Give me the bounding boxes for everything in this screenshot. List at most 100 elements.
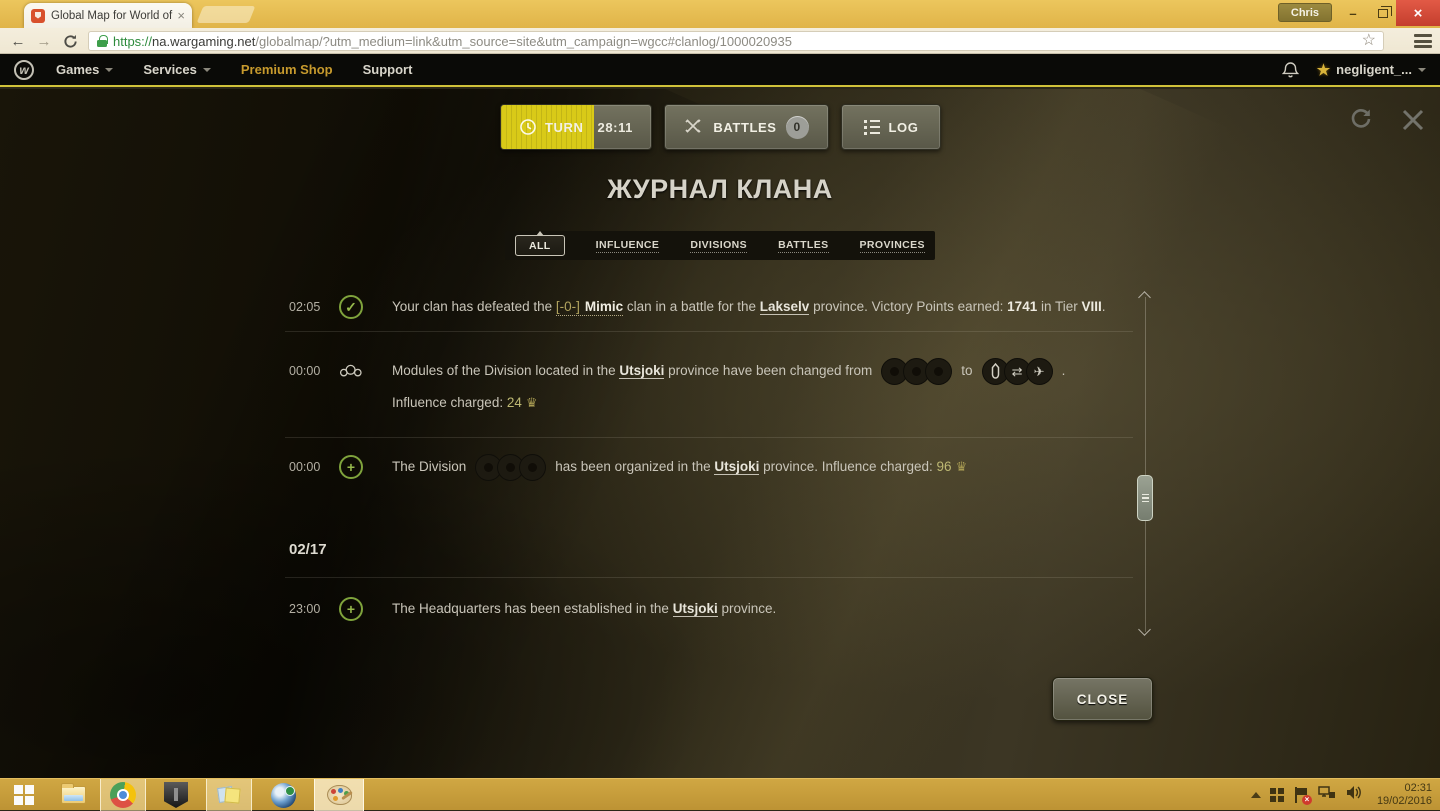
turn-button[interactable]: TURN 28:11: [500, 104, 652, 150]
file-explorer-button[interactable]: [52, 779, 94, 811]
turn-label: TURN: [545, 120, 584, 135]
site-header: w Games Services Premium Shop Support ★ …: [0, 54, 1440, 87]
log-text-segment: province.: [718, 601, 777, 616]
site-nav: Games Services Premium Shop Support: [56, 62, 412, 77]
daemon-tools-icon: [271, 783, 296, 808]
address-bar[interactable]: https://na.wargaming.net/globalmap/?utm_…: [88, 31, 1384, 51]
ssl-lock-icon[interactable]: [97, 35, 107, 47]
entry-text: Your clan has defeated the [-0-]Mimic cl…: [392, 291, 1112, 323]
url-path: /globalmap/?utm_medium=link&utm_source=s…: [255, 34, 792, 49]
clan-name: Mimic: [585, 299, 623, 314]
tab-title: Global Map for World of T: [51, 10, 173, 22]
clan-emblem-icon: ★: [1317, 61, 1330, 79]
scrollbar-thumb[interactable]: [1137, 475, 1153, 521]
close-button[interactable]: CLOSE: [1052, 677, 1153, 721]
window-restore-button[interactable]: [1370, 0, 1396, 26]
tab-all[interactable]: ALL: [515, 235, 565, 256]
scroll-up-icon[interactable]: [1138, 291, 1151, 304]
browser-tab[interactable]: Global Map for World of T ×: [24, 3, 192, 28]
module-slots-before: [881, 355, 952, 387]
show-hidden-icons-button[interactable]: [1251, 792, 1261, 798]
turn-button-content: TURN 28:11: [519, 118, 633, 136]
tab-divisions[interactable]: DIVISIONS: [690, 239, 747, 253]
browser-menu-icon[interactable]: [1414, 34, 1432, 48]
refresh-log-button[interactable]: [1347, 105, 1375, 133]
province-link[interactable]: Utsjoki: [714, 459, 759, 475]
province-link[interactable]: Lakselv: [760, 299, 810, 315]
user-menu[interactable]: ★ negligent_...: [1317, 61, 1426, 79]
tab-battles[interactable]: BATTLES: [778, 239, 828, 253]
nav-support[interactable]: Support: [363, 62, 413, 77]
tab-close-icon[interactable]: ×: [177, 9, 185, 22]
window-minimize-button[interactable]: –: [1340, 0, 1366, 26]
system-tray: × 02:31 19/02/2016: [1251, 779, 1440, 811]
log-text-segment: Your clan has defeated the: [392, 299, 556, 314]
victory-points-value: 1741: [1007, 299, 1037, 314]
battles-button[interactable]: BATTLES 0: [664, 104, 829, 150]
log-text-segment: clan in a battle for the: [623, 299, 760, 314]
plus-circle-icon: +: [339, 597, 363, 621]
nav-services[interactable]: Services: [143, 62, 211, 77]
paint-button[interactable]: [314, 779, 364, 811]
log-filter-tabs: ALL INFLUENCE DIVISIONS BATTLES PROVINCE…: [505, 231, 935, 260]
entry-time: 02:05: [289, 291, 320, 323]
module-slots-after: ⇄✈: [982, 355, 1053, 387]
scroll-down-icon[interactable]: [1138, 623, 1151, 636]
back-button[interactable]: ←: [8, 31, 28, 51]
wot-favicon: [31, 9, 45, 23]
url-scheme: https://: [113, 34, 152, 49]
module-slots: [475, 451, 546, 483]
entry-time: 00:00: [289, 451, 320, 483]
province-link[interactable]: Utsjoki: [673, 601, 718, 617]
chrome-taskbar-button[interactable]: [100, 779, 146, 811]
nav-premium-shop[interactable]: Premium Shop: [241, 62, 333, 77]
refresh-icon: [1347, 105, 1375, 133]
chevron-down-icon: [1418, 68, 1426, 72]
plus-circle-icon: +: [339, 455, 363, 479]
log-entry: 00:00 Modules of the Division located in…: [289, 355, 1134, 419]
log-text-segment: to: [961, 363, 972, 378]
nav-games-label: Games: [56, 62, 99, 77]
bookmark-star-icon[interactable]: ☆: [1362, 31, 1376, 51]
restore-icon: [1378, 9, 1388, 18]
daemon-tools-button[interactable]: [260, 779, 306, 811]
log-text-segment: Modules of the Division located in the: [392, 363, 619, 378]
site-header-right: ★ negligent_...: [1282, 61, 1426, 79]
tab-provinces[interactable]: PROVINCES: [860, 239, 925, 253]
taskbar-clock[interactable]: 02:31 19/02/2016: [1377, 782, 1432, 808]
new-tab-button[interactable]: [197, 6, 256, 23]
log-date-header: 02/17: [289, 541, 327, 558]
tray-windows-icon[interactable]: [1270, 788, 1284, 802]
tab-influence[interactable]: INFLUENCE: [596, 239, 660, 253]
sticky-notes-button[interactable]: [206, 779, 252, 811]
wot-taskbar-button[interactable]: [154, 779, 198, 811]
log-button[interactable]: LOG: [841, 104, 941, 150]
scrollbar-track[interactable]: [1145, 297, 1146, 632]
module-slot-plane-icon: ✈: [1026, 358, 1053, 385]
reload-button[interactable]: [60, 31, 80, 51]
nav-games[interactable]: Games: [56, 62, 113, 77]
log-text-segment: has been organized in the: [555, 459, 714, 474]
action-center-flag-icon[interactable]: ×: [1293, 787, 1309, 803]
network-icon[interactable]: [1318, 785, 1336, 805]
windows-logo-icon: [14, 785, 34, 805]
entry-text: The Headquarters has been established in…: [392, 593, 1112, 625]
paint-palette-icon: [327, 785, 352, 805]
crossed-swords-icon: [684, 118, 704, 136]
url-text: https://na.wargaming.net/globalmap/?utm_…: [113, 34, 792, 49]
log-text-segment: The Headquarters has been established in…: [392, 601, 673, 616]
wargaming-logo-icon[interactable]: w: [14, 60, 34, 80]
start-button[interactable]: [4, 779, 44, 811]
log-text-segment: province. Influence charged:: [759, 459, 936, 474]
x-icon: [1398, 105, 1428, 135]
province-link[interactable]: Utsjoki: [619, 363, 664, 379]
clan-link[interactable]: [-0-]Mimic: [556, 299, 623, 316]
window-close-button[interactable]: ×: [1396, 0, 1440, 26]
entry-text: The Divisionhas been organized in the Ut…: [392, 451, 1112, 483]
folder-icon: [61, 786, 86, 804]
close-overlay-icon[interactable]: [1398, 105, 1428, 135]
browser-profile-button[interactable]: Chris: [1278, 3, 1332, 22]
volume-icon[interactable]: [1345, 785, 1362, 805]
notification-bell-icon[interactable]: [1282, 61, 1299, 79]
forward-button[interactable]: →: [34, 31, 54, 51]
